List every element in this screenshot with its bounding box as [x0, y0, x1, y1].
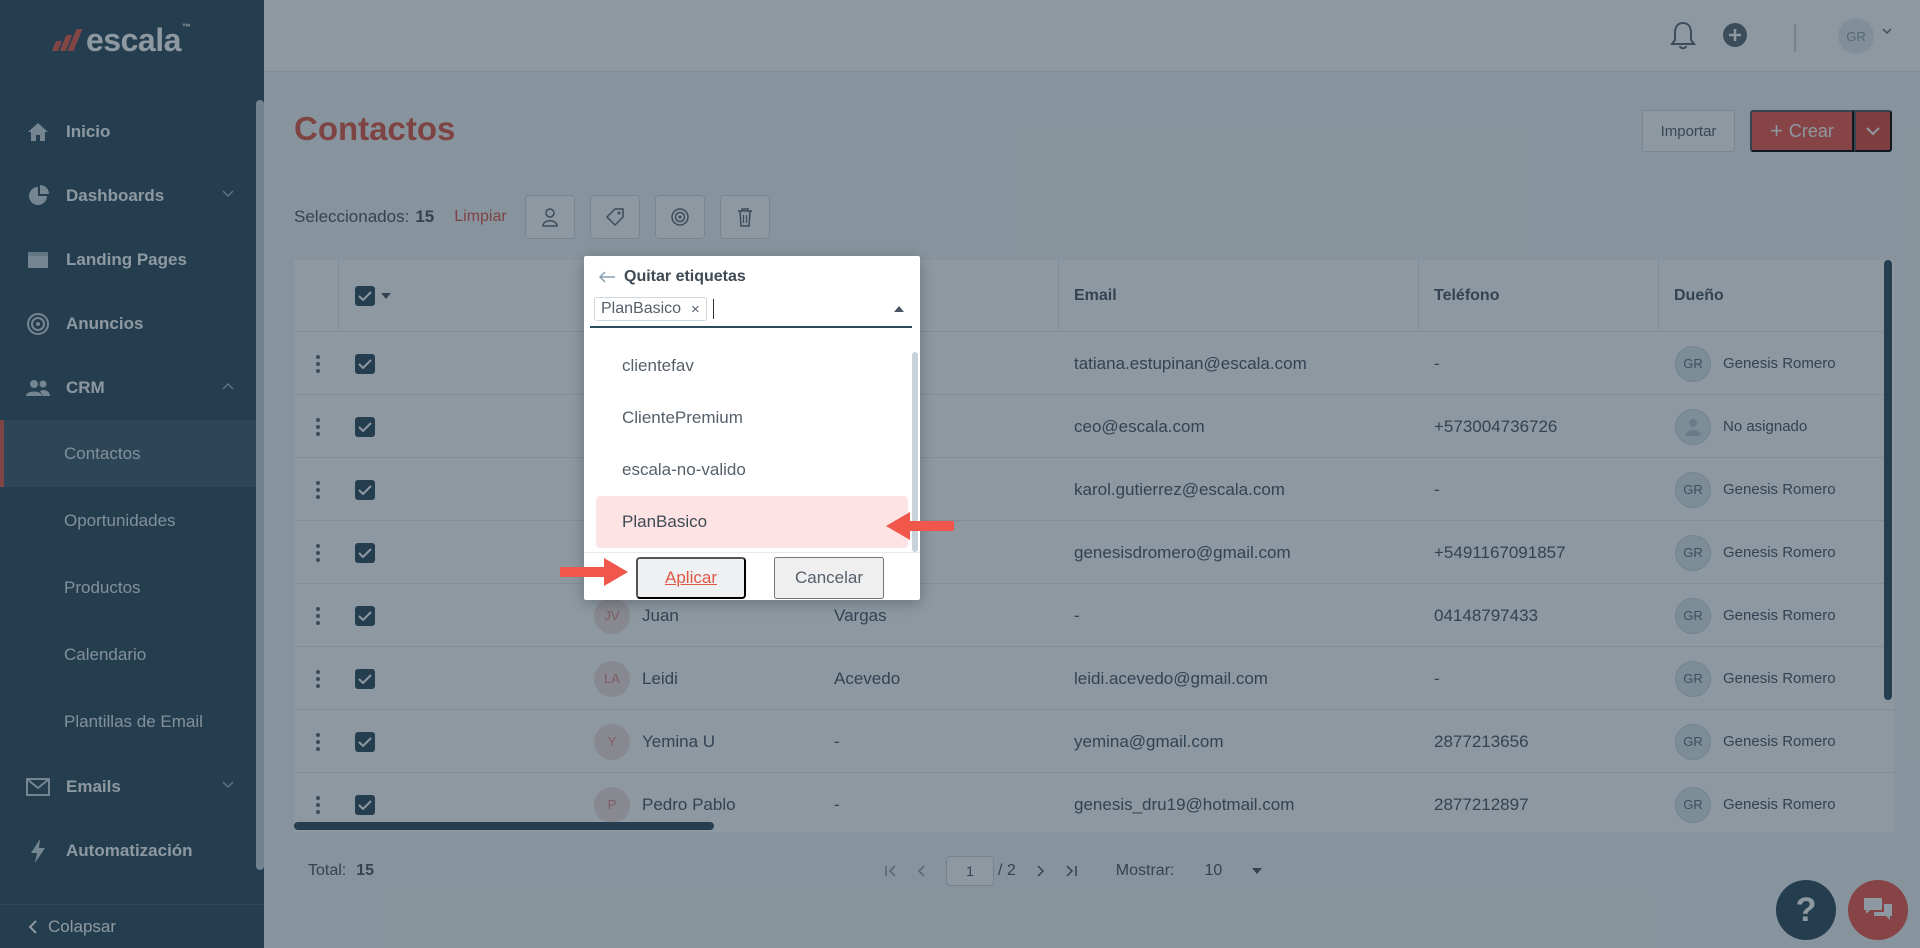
tag-option[interactable]: clientefav [590, 340, 908, 392]
chip-remove-button[interactable]: × [691, 301, 700, 318]
chip-label: PlanBasico [601, 300, 682, 317]
apply-button[interactable]: Aplicar [636, 557, 746, 599]
tag-options-list: clientefav ClientePremium escala-no-vali… [590, 340, 908, 548]
back-arrow-icon[interactable] [598, 271, 616, 283]
tag-option-selected[interactable]: PlanBasico [596, 496, 908, 548]
popup-title: Quitar etiquetas [624, 268, 746, 285]
selected-tag-chip: PlanBasico × [594, 297, 707, 321]
tag-select-input[interactable]: PlanBasico × [590, 292, 912, 328]
popup-header: Quitar etiquetas [598, 268, 746, 286]
text-cursor [712, 299, 714, 319]
remove-tags-popup: Quitar etiquetas PlanBasico × clientefav… [584, 256, 920, 600]
tag-option[interactable]: escala-no-valido [590, 444, 908, 496]
caret-up-icon[interactable] [894, 306, 904, 312]
popup-actions: Aplicar Cancelar [584, 552, 920, 600]
annotation-arrow-right-icon [560, 558, 628, 586]
tag-option[interactable]: ClientePremium [590, 392, 908, 444]
modal-backdrop[interactable] [0, 0, 1920, 948]
cancel-button[interactable]: Cancelar [774, 557, 884, 599]
annotation-arrow-left-icon [886, 512, 954, 540]
